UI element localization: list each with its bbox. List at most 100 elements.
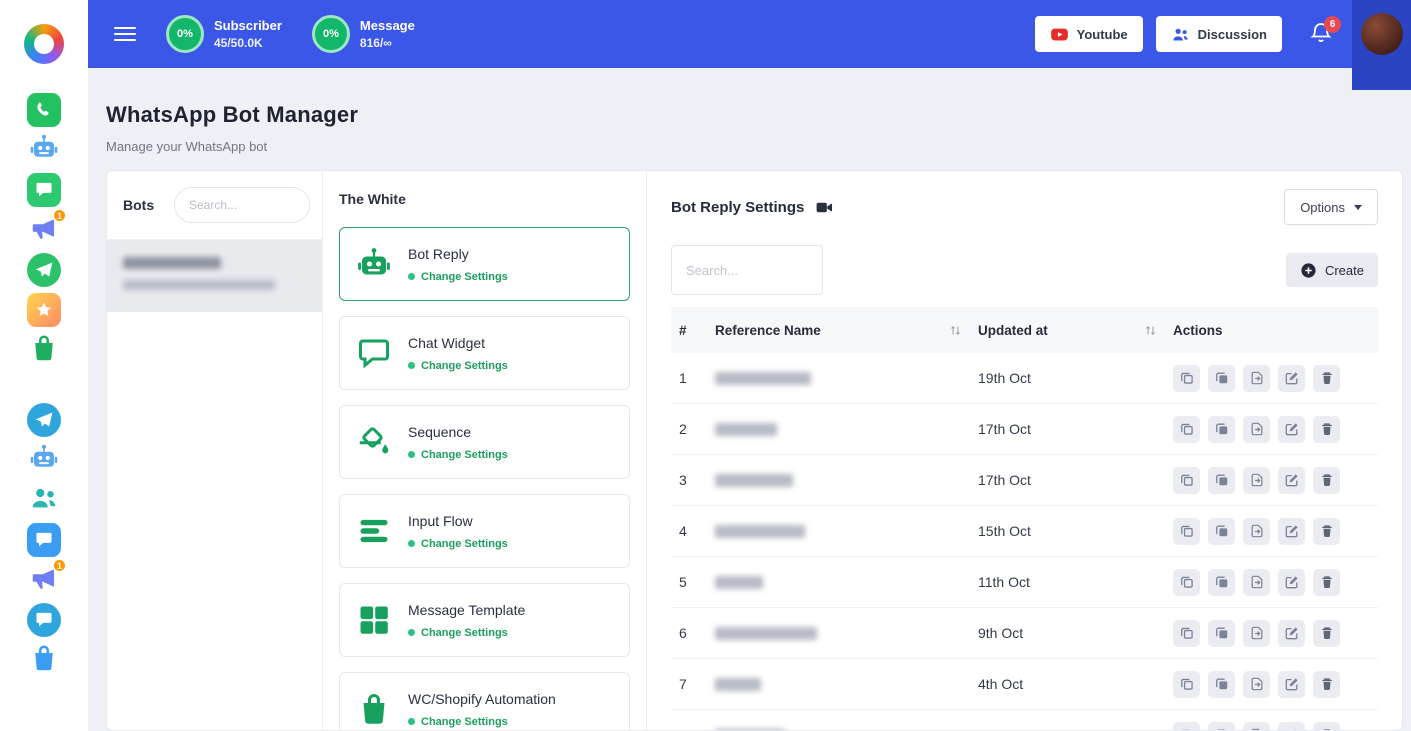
setting-card-chat-widget[interactable]: Chat Widget Change Settings xyxy=(339,316,630,390)
sidebar-item-integrations[interactable] xyxy=(26,292,62,328)
export-button[interactable] xyxy=(1243,365,1270,392)
sidebar-item-telegram-group[interactable] xyxy=(26,482,62,518)
app-logo[interactable] xyxy=(24,24,64,64)
row-number: 5 xyxy=(671,574,715,590)
message-stat: 0% Message 816/∞ xyxy=(312,15,415,53)
clone-button[interactable] xyxy=(1208,569,1235,596)
change-settings-link[interactable]: Change Settings xyxy=(408,360,508,372)
duplicate-button[interactable] xyxy=(1173,671,1200,698)
delete-button[interactable] xyxy=(1313,518,1340,545)
clone-button[interactable] xyxy=(1208,467,1235,494)
sidebar-item-live-chat[interactable] xyxy=(26,522,62,558)
setting-card-input-flow[interactable]: Input Flow Change Settings xyxy=(339,494,630,568)
header-reference-name: Reference Name xyxy=(715,323,821,338)
clone-icon xyxy=(1215,371,1229,385)
sidebar-item-store[interactable] xyxy=(26,642,62,678)
change-settings-link[interactable]: Change Settings xyxy=(408,271,508,283)
edit-button[interactable] xyxy=(1278,518,1305,545)
sidebar-item-messenger[interactable] xyxy=(26,252,62,288)
setting-card-bot-reply[interactable]: Bot Reply Change Settings xyxy=(339,227,630,301)
delete-button[interactable] xyxy=(1313,416,1340,443)
duplicate-button[interactable] xyxy=(1173,467,1200,494)
edit-button[interactable] xyxy=(1278,467,1305,494)
clone-button[interactable] xyxy=(1208,416,1235,443)
discussion-button[interactable]: Discussion xyxy=(1156,16,1282,52)
sidebar-item-whatsapp-bot[interactable] xyxy=(26,132,62,168)
create-button-label: Create xyxy=(1325,263,1364,278)
delete-button[interactable] xyxy=(1313,569,1340,596)
duplicate-button[interactable] xyxy=(1173,365,1200,392)
bot-list-item-selected[interactable] xyxy=(107,240,322,312)
edit-icon xyxy=(1285,371,1299,385)
delete-button[interactable] xyxy=(1313,467,1340,494)
discussion-button-label: Discussion xyxy=(1198,27,1267,42)
change-settings-link[interactable]: Change Settings xyxy=(408,627,508,639)
clone-button[interactable] xyxy=(1208,620,1235,647)
sidebar-item-whatsapp-chat[interactable] xyxy=(26,172,62,208)
duplicate-button[interactable] xyxy=(1173,518,1200,545)
bots-search-input[interactable] xyxy=(174,187,310,223)
sidebar-item-whatsapp-broadcast[interactable]: 1 xyxy=(26,212,62,248)
delete-button[interactable] xyxy=(1313,365,1340,392)
youtube-button-label: Youtube xyxy=(1077,27,1128,42)
edit-button[interactable] xyxy=(1278,569,1305,596)
setting-card-sequence[interactable]: Sequence Change Settings xyxy=(339,405,630,479)
paint-bucket-icon xyxy=(354,422,394,462)
setting-card-label: Sequence xyxy=(408,424,508,440)
export-button[interactable] xyxy=(1243,671,1270,698)
delete-button[interactable] xyxy=(1313,620,1340,647)
setting-card-wc-shopify-automation[interactable]: WC/Shopify Automation Change Settings xyxy=(339,672,630,730)
app-sidebar: 1 1 xyxy=(0,0,88,731)
message-value: 816/∞ xyxy=(360,36,415,50)
sidebar-item-woocommerce-store[interactable] xyxy=(26,332,62,368)
profile-menu[interactable] xyxy=(1352,0,1411,90)
export-button[interactable] xyxy=(1243,518,1270,545)
change-settings-link[interactable]: Change Settings xyxy=(408,538,508,550)
sort-icon[interactable] xyxy=(949,324,962,337)
sidebar-item-telegram[interactable] xyxy=(26,402,62,438)
edit-button[interactable] xyxy=(1278,416,1305,443)
export-button[interactable] xyxy=(1243,416,1270,443)
clone-button[interactable] xyxy=(1208,722,1235,731)
export-button[interactable] xyxy=(1243,620,1270,647)
change-settings-link[interactable]: Change Settings xyxy=(408,716,508,728)
clone-icon xyxy=(1215,677,1229,691)
chat-icon xyxy=(27,173,61,207)
subscriber-value: 45/50.0K xyxy=(214,36,282,50)
sort-icon[interactable] xyxy=(1144,324,1157,337)
clone-button[interactable] xyxy=(1208,671,1235,698)
create-button[interactable]: Create xyxy=(1286,253,1378,287)
edit-button[interactable] xyxy=(1278,365,1305,392)
edit-button[interactable] xyxy=(1278,620,1305,647)
edit-button[interactable] xyxy=(1278,671,1305,698)
sidebar-item-telegram-broadcast[interactable]: 1 xyxy=(26,562,62,598)
status-dot-icon xyxy=(408,540,415,547)
clone-button[interactable] xyxy=(1208,518,1235,545)
sidebar-item-telegram-bot[interactable] xyxy=(26,442,62,478)
duplicate-button[interactable] xyxy=(1173,620,1200,647)
duplicate-button[interactable] xyxy=(1173,416,1200,443)
change-settings-link[interactable]: Change Settings xyxy=(408,449,508,461)
table-search-input[interactable] xyxy=(671,245,823,295)
edit-button[interactable] xyxy=(1278,722,1305,731)
youtube-button[interactable]: Youtube xyxy=(1035,16,1143,52)
export-button[interactable] xyxy=(1243,722,1270,731)
export-button[interactable] xyxy=(1243,569,1270,596)
delete-button[interactable] xyxy=(1313,722,1340,731)
reply-panel-title-group: Bot Reply Settings xyxy=(671,198,834,217)
export-icon xyxy=(1250,524,1264,538)
video-camera-icon[interactable] xyxy=(815,198,834,217)
duplicate-button[interactable] xyxy=(1173,569,1200,596)
sidebar-item-whatsapp[interactable] xyxy=(26,92,62,128)
notifications-button[interactable]: 6 xyxy=(1309,21,1333,48)
delete-button[interactable] xyxy=(1313,671,1340,698)
duplicate-button[interactable] xyxy=(1173,722,1200,731)
hamburger-menu-icon[interactable] xyxy=(114,27,136,41)
options-button[interactable]: Options xyxy=(1284,189,1378,225)
clone-button[interactable] xyxy=(1208,365,1235,392)
setting-card-message-template[interactable]: Message Template Change Settings xyxy=(339,583,630,657)
status-dot-icon xyxy=(408,451,415,458)
edit-icon xyxy=(1285,677,1299,691)
sidebar-item-chat-channel[interactable] xyxy=(26,602,62,638)
export-button[interactable] xyxy=(1243,467,1270,494)
